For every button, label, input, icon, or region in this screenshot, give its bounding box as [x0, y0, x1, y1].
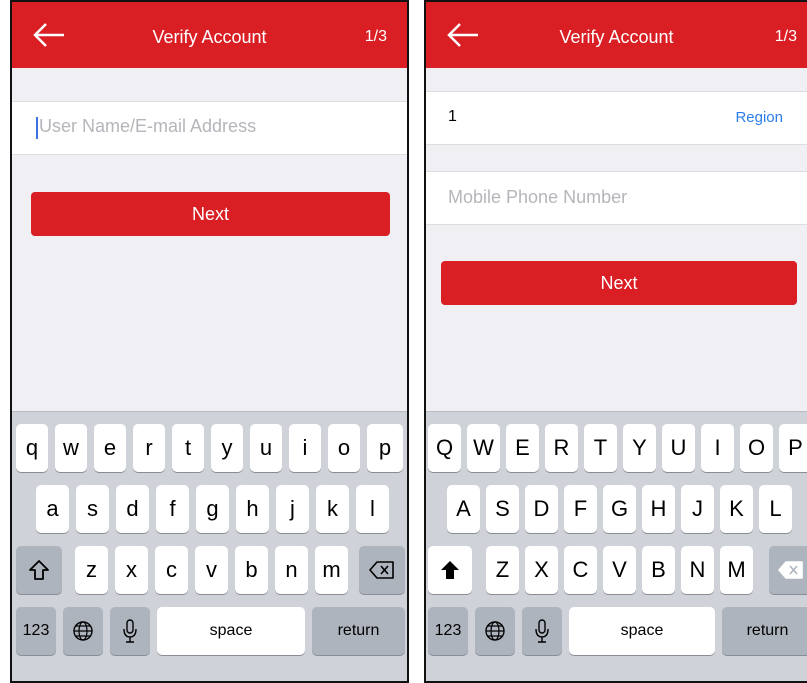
- key[interactable]: O: [740, 424, 773, 472]
- key[interactable]: z: [75, 546, 108, 594]
- key[interactable]: S: [486, 485, 519, 533]
- phone-input[interactable]: Mobile Phone Number: [426, 171, 807, 225]
- microphone-key[interactable]: [522, 607, 562, 655]
- key[interactable]: v: [195, 546, 228, 594]
- screen-phone: Verify Account 1/3 1 Region Mobile Phone…: [424, 0, 807, 683]
- country-code: 1: [448, 108, 457, 125]
- step-indicator: 1/3: [364, 28, 387, 45]
- key[interactable]: N: [681, 546, 714, 594]
- keyboard: q w e r t y u i o p a s d f g h j k l z …: [12, 411, 407, 681]
- key[interactable]: A: [447, 485, 480, 533]
- key[interactable]: d: [116, 485, 149, 533]
- username-placeholder: User Name/E-mail Address: [39, 116, 257, 136]
- key[interactable]: f: [156, 485, 189, 533]
- delete-key[interactable]: [359, 546, 405, 594]
- key[interactable]: m: [315, 546, 348, 594]
- page-title: Verify Account: [559, 27, 674, 47]
- key[interactable]: w: [55, 424, 87, 472]
- key[interactable]: y: [211, 424, 243, 472]
- key[interactable]: b: [235, 546, 268, 594]
- key[interactable]: U: [662, 424, 695, 472]
- key[interactable]: r: [133, 424, 165, 472]
- key[interactable]: k: [316, 485, 349, 533]
- region-row[interactable]: 1 Region: [426, 91, 807, 145]
- key[interactable]: n: [275, 546, 308, 594]
- next-button[interactable]: Next: [441, 261, 797, 305]
- key[interactable]: h: [236, 485, 269, 533]
- key[interactable]: M: [720, 546, 753, 594]
- key[interactable]: o: [328, 424, 360, 472]
- key[interactable]: Z: [486, 546, 519, 594]
- space-key[interactable]: space: [157, 607, 305, 655]
- delete-icon: [369, 561, 394, 579]
- next-button[interactable]: Next: [31, 192, 390, 236]
- key[interactable]: I: [701, 424, 734, 472]
- username-input-content: User Name/E-mail Address: [36, 116, 256, 139]
- microphone-icon: [535, 619, 549, 643]
- key[interactable]: i: [289, 424, 321, 472]
- key[interactable]: X: [525, 546, 558, 594]
- key[interactable]: K: [720, 485, 753, 533]
- screen-username: Verify Account 1/3 User Name/E-mail Addr…: [10, 0, 409, 683]
- key[interactable]: J: [681, 485, 714, 533]
- globe-key[interactable]: [475, 607, 515, 655]
- key[interactable]: B: [642, 546, 675, 594]
- return-key[interactable]: return: [722, 607, 807, 655]
- key[interactable]: j: [276, 485, 309, 533]
- region-link[interactable]: Region: [735, 109, 783, 126]
- shift-key[interactable]: [428, 546, 472, 594]
- key[interactable]: G: [603, 485, 636, 533]
- globe-icon: [485, 621, 505, 641]
- microphone-key[interactable]: [110, 607, 150, 655]
- keyboard: Q W E R T Y U I O P A S D F G H J K L Z …: [426, 411, 807, 681]
- key[interactable]: l: [356, 485, 389, 533]
- key[interactable]: q: [16, 424, 48, 472]
- microphone-icon: [123, 619, 137, 643]
- numbers-key[interactable]: 123: [16, 607, 56, 655]
- key[interactable]: C: [564, 546, 597, 594]
- page-title: Verify Account: [152, 27, 267, 47]
- key[interactable]: s: [76, 485, 109, 533]
- key[interactable]: F: [564, 485, 597, 533]
- key[interactable]: V: [603, 546, 636, 594]
- nav-bar: Verify Account 1/3: [426, 2, 807, 68]
- nav-bar: Verify Account 1/3: [12, 2, 407, 68]
- phone-placeholder: Mobile Phone Number: [448, 187, 628, 207]
- return-key[interactable]: return: [312, 607, 405, 655]
- key[interactable]: e: [94, 424, 126, 472]
- space-key[interactable]: space: [569, 607, 715, 655]
- key[interactable]: E: [506, 424, 539, 472]
- text-cursor: [36, 116, 38, 139]
- key[interactable]: a: [36, 485, 69, 533]
- key[interactable]: T: [584, 424, 617, 472]
- key[interactable]: P: [779, 424, 807, 472]
- key[interactable]: Y: [623, 424, 656, 472]
- globe-icon: [73, 621, 93, 641]
- key[interactable]: H: [642, 485, 675, 533]
- key[interactable]: D: [525, 485, 558, 533]
- key[interactable]: u: [250, 424, 282, 472]
- key[interactable]: L: [759, 485, 792, 533]
- key[interactable]: c: [155, 546, 188, 594]
- delete-icon: [778, 561, 803, 579]
- shift-icon: [441, 561, 459, 579]
- step-indicator: 1/3: [774, 28, 797, 45]
- key[interactable]: Q: [428, 424, 461, 472]
- delete-key[interactable]: [769, 546, 807, 594]
- key[interactable]: p: [367, 424, 403, 472]
- key[interactable]: W: [467, 424, 500, 472]
- key[interactable]: t: [172, 424, 204, 472]
- shift-icon: [29, 560, 49, 580]
- shift-key[interactable]: [16, 546, 62, 594]
- username-input[interactable]: User Name/E-mail Address: [12, 101, 407, 155]
- key[interactable]: R: [545, 424, 578, 472]
- numbers-key[interactable]: 123: [428, 607, 468, 655]
- globe-key[interactable]: [63, 607, 103, 655]
- key[interactable]: x: [115, 546, 148, 594]
- key[interactable]: g: [196, 485, 229, 533]
